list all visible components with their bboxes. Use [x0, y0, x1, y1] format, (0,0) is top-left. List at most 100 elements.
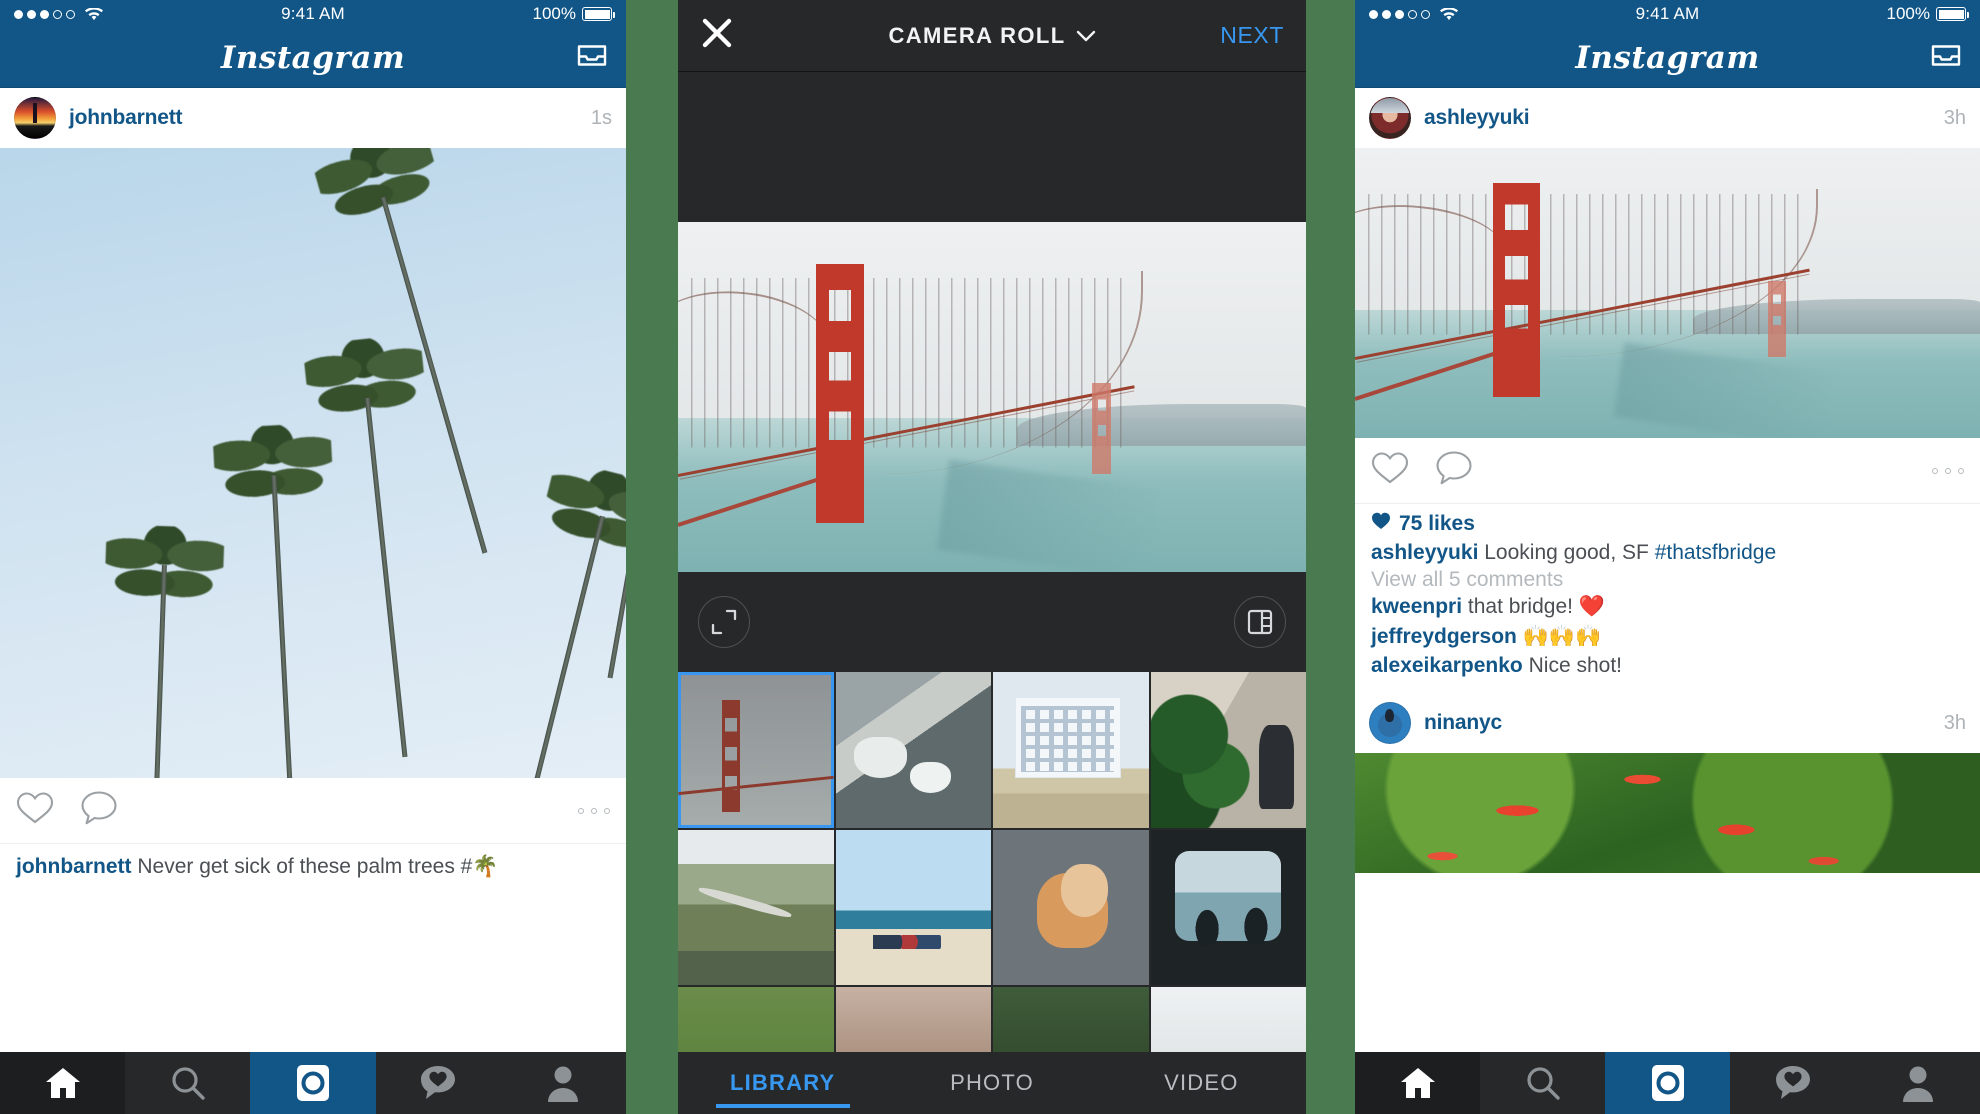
thumb-beach-crowd[interactable] — [835, 829, 991, 985]
phone-panel-photo-picker: CAMERA ROLL NEXT LIBRARY PHOTO VIDEO — [678, 0, 1306, 1114]
post-caption-area: 75 likes ashleyyuki Looking good, SF #th… — [1355, 504, 1980, 694]
comment-row: kweenpri that bridge! ❤️ — [1371, 592, 1964, 622]
bottom-tab-bar — [1355, 1052, 1980, 1114]
thumb-boats-marina[interactable] — [835, 672, 991, 828]
likes-count-label: 75 likes — [1399, 512, 1475, 535]
battery-icon — [1936, 7, 1969, 21]
comment-text: that bridge! ❤️ — [1467, 594, 1605, 618]
heart-icon[interactable] — [1371, 451, 1409, 490]
post-header[interactable]: ashleyyuki 3h — [1355, 88, 1980, 148]
avatar-johnbarnett[interactable] — [14, 97, 56, 139]
expand-crop-icon[interactable] — [698, 596, 750, 648]
thumb-window-seascape[interactable] — [1150, 829, 1306, 985]
tab-profile[interactable] — [1855, 1052, 1980, 1114]
bottom-tab-bar — [0, 1052, 626, 1114]
tab-activity[interactable] — [376, 1052, 501, 1114]
post-action-bar — [1355, 438, 1980, 504]
caption-hashtag[interactable]: #thatsfbridge — [1655, 541, 1776, 564]
thumb-golden-gate-bridge[interactable] — [678, 672, 834, 828]
palm-trees-photo[interactable] — [0, 148, 626, 778]
heart-filled-icon — [1371, 512, 1391, 536]
instagram-navbar: Instagram — [1355, 28, 1980, 88]
tab-photo[interactable]: PHOTO — [887, 1070, 1096, 1096]
comment-username[interactable]: alexeikarpenko — [1371, 654, 1523, 677]
album-selector[interactable]: CAMERA ROLL — [678, 23, 1306, 49]
post-caption: ashleyyuki Looking good, SF #thatsfbridg… — [1371, 538, 1964, 568]
bridge-tower-near — [816, 264, 864, 523]
caption-text: Never get sick of these palm trees # — [137, 855, 473, 878]
comment-bubble-icon[interactable] — [80, 790, 118, 831]
thumb-white-building[interactable] — [993, 672, 1149, 828]
close-x-icon[interactable] — [700, 16, 734, 55]
post-header[interactable]: johnbarnett 1s — [0, 88, 626, 148]
tab-activity[interactable] — [1730, 1052, 1855, 1114]
screenshot-stage: 9:41 AM 100% Instagram johnbarnett 1s jo… — [0, 0, 1980, 1114]
post-caption-area: johnbarnett Never get sick of these palm… — [0, 844, 626, 894]
comment-bubble-icon[interactable] — [1435, 450, 1473, 491]
post-action-bar — [0, 778, 626, 844]
picker-tab-bar: LIBRARY PHOTO VIDEO — [678, 1052, 1306, 1114]
status-bar: 9:41 AM 100% — [0, 0, 626, 28]
tab-video[interactable]: VIDEO — [1097, 1070, 1306, 1096]
tab-library[interactable]: LIBRARY — [678, 1070, 887, 1108]
multi-select-icon[interactable] — [1234, 596, 1286, 648]
tab-camera[interactable] — [250, 1052, 376, 1114]
comment-username[interactable]: kweenpri — [1371, 595, 1462, 618]
comment-row: jeffreydgerson 🙌🙌🙌 — [1371, 622, 1964, 652]
bridge-tower-far — [1092, 383, 1112, 474]
more-options-icon[interactable] — [1932, 467, 1964, 474]
golden-gate-bridge-photo[interactable] — [1355, 148, 1980, 438]
status-bar-time: 9:41 AM — [281, 4, 345, 23]
avatar-ninanyc[interactable] — [1369, 702, 1411, 745]
post-username[interactable]: ashleyyuki — [1424, 106, 1530, 130]
bridge-tower-near — [1492, 182, 1540, 398]
inbox-icon[interactable] — [576, 41, 608, 74]
more-options-icon[interactable] — [578, 807, 610, 814]
post-username[interactable]: ninanyc — [1424, 711, 1502, 735]
album-title: CAMERA ROLL — [888, 22, 1066, 48]
caption-username[interactable]: johnbarnett — [16, 855, 132, 878]
post-caption: johnbarnett Never get sick of these palm… — [16, 852, 610, 882]
likes-row[interactable]: 75 likes — [1371, 512, 1964, 536]
view-all-comments-link[interactable]: View all 5 comments — [1371, 568, 1964, 592]
next-button[interactable]: NEXT — [1220, 22, 1284, 49]
phone-panel-feed-left: 9:41 AM 100% Instagram johnbarnett 1s jo… — [0, 0, 626, 1114]
instagram-logo: Instagram — [1575, 39, 1760, 76]
phone-panel-feed-right: 9:41 AM 100% Instagram ashleyyuki 3h 75 … — [1355, 0, 1980, 1114]
caption-username[interactable]: ashleyyuki — [1371, 541, 1478, 564]
tab-home[interactable] — [1355, 1052, 1480, 1114]
caption-text: Looking good, SF — [1484, 541, 1655, 564]
instagram-logo: Instagram — [220, 39, 406, 76]
tab-home[interactable] — [0, 1052, 126, 1114]
comment-text: Nice shot! — [1528, 654, 1622, 678]
battery-icon — [582, 7, 615, 21]
tab-search[interactable] — [1480, 1052, 1605, 1114]
chevron-down-icon — [1076, 23, 1096, 49]
preview-top-padding — [678, 72, 1306, 222]
thumb-corgi-dog[interactable] — [993, 829, 1149, 985]
post-username[interactable]: johnbarnett — [69, 106, 182, 130]
comment-row: alexeikarpenko Nice shot! — [1371, 651, 1964, 681]
photo-thumbnail-grid — [678, 672, 1306, 1114]
avatar-ashleyyuki[interactable] — [1369, 97, 1411, 139]
inbox-icon[interactable] — [1930, 41, 1962, 74]
heart-icon[interactable] — [16, 791, 54, 830]
thumb-canyon-road[interactable] — [678, 829, 834, 985]
comment-username[interactable]: jeffreydgerson — [1371, 625, 1517, 648]
tab-search[interactable] — [125, 1052, 250, 1114]
post-timestamp: 3h — [1943, 711, 1966, 734]
red-flowers-photo[interactable] — [1355, 753, 1980, 874]
caption-emoji: 🌴 — [472, 855, 499, 878]
tab-camera[interactable] — [1605, 1052, 1730, 1114]
golden-gate-bridge-photo[interactable] — [678, 222, 1306, 572]
tab-profile[interactable] — [501, 1052, 626, 1114]
thumb-indoor-plants[interactable] — [1150, 672, 1306, 828]
picker-tool-row — [678, 572, 1306, 672]
palm-tree — [212, 422, 342, 778]
post-header[interactable]: ninanyc 3h — [1355, 693, 1980, 754]
post-timestamp: 1s — [590, 106, 612, 129]
instagram-navbar: Instagram — [0, 28, 626, 88]
status-bar-time: 9:41 AM — [1635, 4, 1700, 23]
status-bar: 9:41 AM 100% — [1355, 0, 1980, 28]
comment-text: 🙌🙌🙌 — [1522, 624, 1602, 648]
